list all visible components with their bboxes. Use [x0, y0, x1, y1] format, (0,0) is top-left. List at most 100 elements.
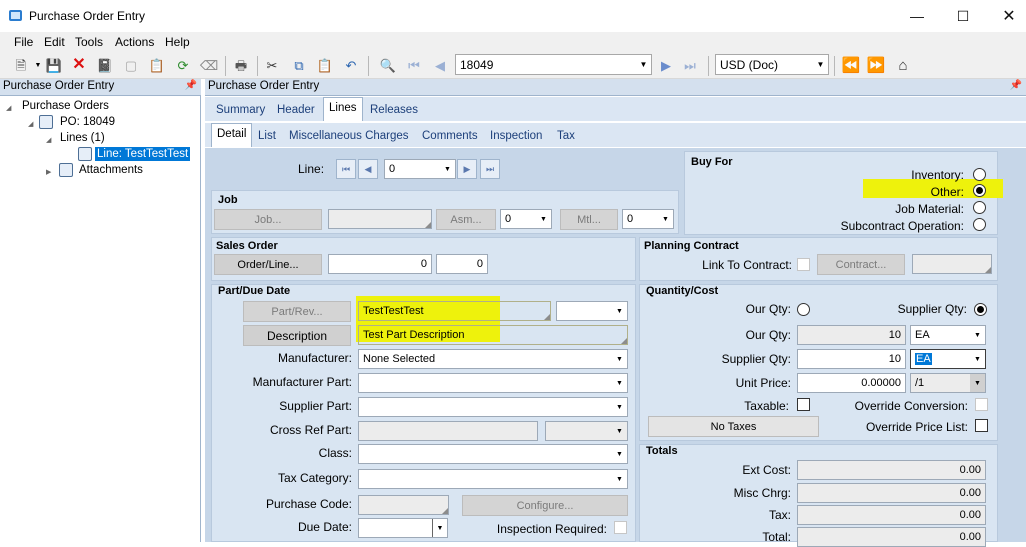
menu-tools[interactable]: Tools — [75, 35, 103, 49]
job-material-radio[interactable] — [973, 201, 986, 214]
revision-field[interactable]: ▼ — [556, 301, 628, 321]
chevron-down-icon[interactable]: ▼ — [536, 210, 551, 228]
our-uom-field[interactable]: EA ▼ — [910, 325, 986, 345]
subcontract-radio[interactable] — [973, 218, 986, 231]
print-icon[interactable]: 🖶 — [232, 56, 250, 74]
description-button[interactable]: Description — [243, 325, 351, 346]
tree-item-attachments[interactable]: Attachments — [79, 164, 143, 176]
chevron-down-icon[interactable]: ▼ — [970, 326, 985, 344]
save-icon[interactable]: 💾 — [45, 56, 63, 74]
refresh-icon[interactable]: ⟳ — [174, 56, 192, 74]
chevron-down-icon[interactable]: ▼ — [636, 55, 651, 74]
chevron-down-icon[interactable]: ▼ — [612, 398, 627, 416]
tab-tax[interactable]: Tax — [552, 123, 580, 147]
our-qty-radio[interactable] — [797, 303, 810, 316]
line-selector[interactable]: 0 ▼ — [384, 159, 456, 179]
tree-item-lines[interactable]: Lines (1) — [60, 132, 105, 144]
supplier-qty-field[interactable]: 10 — [797, 349, 906, 369]
tree-item-line[interactable]: Line: TestTestTest — [95, 147, 191, 161]
taxable-checkbox[interactable] — [797, 398, 810, 411]
supplier-part-field[interactable]: ▼ — [358, 397, 628, 417]
chevron-down-icon[interactable]: ▼ — [813, 55, 828, 74]
chevron-down-icon[interactable]: ▼ — [658, 210, 673, 228]
first-line-icon[interactable]: ⏮ — [336, 159, 356, 179]
unit-price-field[interactable]: 0.00000 — [797, 373, 906, 393]
manufacturer-part-field[interactable]: ▼ — [358, 373, 628, 393]
delete-icon[interactable]: ✕ — [70, 56, 88, 74]
override-conversion-checkbox[interactable] — [975, 398, 988, 411]
menu-actions[interactable]: Actions — [115, 35, 154, 49]
collapse-icon[interactable]: ◢ — [6, 104, 11, 112]
last-line-icon[interactable]: ⏭ — [480, 159, 500, 179]
mtl-button[interactable]: Mtl... — [560, 209, 618, 230]
manufacturer-field[interactable]: None Selected ▼ — [358, 349, 628, 369]
next-line-icon[interactable]: ▶ — [457, 159, 477, 179]
part-field[interactable]: TestTestTest — [358, 301, 551, 321]
supplier-qty-radio[interactable] — [974, 303, 987, 316]
sales-line-field[interactable]: 0 — [436, 254, 488, 274]
chevron-down-icon[interactable]: ▼ — [970, 374, 985, 392]
cut-icon[interactable]: ✂ — [263, 56, 281, 74]
expand-icon[interactable]: ▶ — [46, 168, 51, 176]
tax-category-field[interactable]: ▼ — [358, 469, 628, 489]
cross-ref-dropdown[interactable]: ▼ — [545, 421, 628, 441]
class-field[interactable]: ▼ — [358, 444, 628, 464]
our-qty-field[interactable]: 10 — [797, 325, 906, 345]
no-taxes-button[interactable]: No Taxes — [648, 416, 819, 437]
chevron-down-icon[interactable]: ▼ — [440, 160, 455, 178]
undo-record-icon[interactable]: ▢ — [122, 56, 140, 74]
inspection-required-checkbox[interactable] — [614, 521, 627, 534]
first-record-icon[interactable]: ⏮ — [405, 56, 423, 74]
last-record-icon[interactable]: ⏭ — [681, 56, 699, 74]
price-per-field[interactable]: /1 ▼ — [910, 373, 986, 393]
back-icon[interactable]: ⏪ — [842, 56, 861, 74]
order-line-button[interactable]: Order/Line... — [214, 254, 322, 275]
tab-header[interactable]: Header — [272, 97, 320, 121]
maximize-button[interactable]: ☐ — [940, 0, 986, 32]
chevron-down-icon[interactable]: ▼ — [970, 350, 985, 368]
calendar-dropdown-icon[interactable]: ▼ — [432, 519, 447, 537]
purchase-code-field[interactable] — [358, 495, 449, 515]
sales-order-field[interactable]: 0 — [328, 254, 432, 274]
pin-icon[interactable]: 📌 — [185, 80, 197, 91]
contract-field[interactable] — [912, 254, 992, 274]
new-icon[interactable]: 🗎 — [12, 56, 30, 74]
chevron-down-icon[interactable]: ▼ — [612, 445, 627, 463]
tab-detail[interactable]: Detail — [211, 123, 253, 147]
tab-releases[interactable]: Releases — [365, 97, 423, 121]
link-contract-checkbox[interactable] — [797, 258, 810, 271]
chevron-down-icon[interactable]: ▼ — [612, 422, 627, 440]
chevron-down-icon[interactable]: ▼ — [612, 470, 627, 488]
contract-button[interactable]: Contract... — [817, 254, 905, 275]
menu-help[interactable]: Help — [165, 35, 190, 49]
paste-icon[interactable]: 📋 — [316, 56, 334, 74]
minimize-button[interactable]: — — [894, 0, 940, 32]
due-date-field[interactable]: ▼ — [358, 518, 448, 538]
prev-line-icon[interactable]: ◀ — [358, 159, 378, 179]
tree-item-po[interactable]: PO: 18049 — [60, 116, 115, 128]
copy-record-icon[interactable]: 📋 — [148, 56, 166, 74]
chevron-down-icon[interactable]: ▼ — [612, 350, 627, 368]
tab-summary[interactable]: Summary — [211, 97, 270, 121]
search-icon[interactable]: 🔍 — [379, 56, 397, 74]
mtl-field[interactable]: 0 ▼ — [622, 209, 674, 229]
tab-misc-charges[interactable]: Miscellaneous Charges — [284, 123, 414, 147]
forward-icon[interactable]: ⏩ — [867, 56, 886, 74]
cross-ref-field[interactable] — [358, 421, 538, 441]
attach-icon[interactable]: 📓 — [96, 56, 114, 74]
close-button[interactable]: ✕ — [986, 0, 1026, 32]
asm-button[interactable]: Asm... — [436, 209, 496, 230]
undo-icon[interactable]: ↶ — [342, 56, 360, 74]
tab-list[interactable]: List — [253, 123, 281, 147]
description-field[interactable]: Test Part Description — [358, 325, 628, 345]
configure-button[interactable]: Configure... — [462, 495, 628, 516]
job-field[interactable] — [328, 209, 432, 229]
chevron-down-icon[interactable]: ▼ — [612, 302, 627, 320]
clear-icon[interactable]: ⌫ — [200, 56, 218, 74]
copy-icon[interactable]: ⧉ — [290, 56, 308, 74]
tab-lines[interactable]: Lines — [323, 97, 363, 121]
tab-comments[interactable]: Comments — [417, 123, 483, 147]
collapse-icon[interactable]: ◢ — [28, 120, 33, 128]
record-selector[interactable]: 18049 ▼ — [455, 54, 652, 75]
supplier-uom-field[interactable]: EA ▼ — [910, 349, 986, 369]
